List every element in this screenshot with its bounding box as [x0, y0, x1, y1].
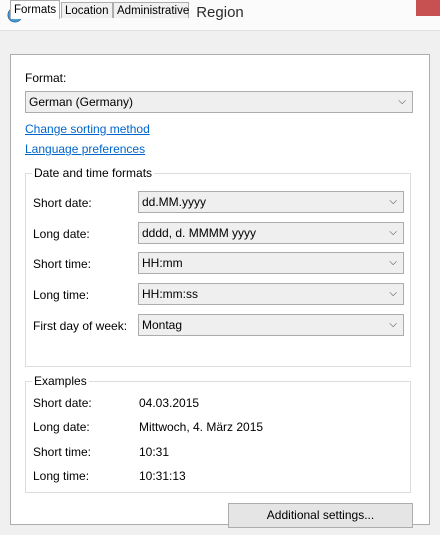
long-date-dropdown[interactable]: dddd, d. MMMM yyyy ⌵ — [138, 222, 404, 244]
long-time-label: Long time: — [33, 288, 90, 302]
tab-label: Administrative — [117, 5, 190, 17]
example-long-time-value: 10:31:13 — [139, 469, 186, 483]
examples-group: Examples Short date: 04.03.2015 Long dat… — [25, 374, 411, 493]
first-day-of-week-dropdown[interactable]: Montag ⌵ — [138, 314, 404, 336]
format-dropdown[interactable]: German (Germany) ⌵ — [25, 91, 413, 113]
example-short-time-label: Short time: — [33, 445, 92, 459]
format-label: Format: — [25, 71, 67, 85]
long-time-value: HH:mm:ss — [142, 287, 198, 301]
short-time-dropdown[interactable]: HH:mm ⌵ — [138, 252, 404, 274]
chevron-down-icon: ⌵ — [389, 319, 397, 330]
tab-label: Location — [65, 5, 109, 17]
chevron-down-icon: ⌵ — [389, 227, 397, 238]
example-long-date-value: Mittwoch, 4. März 2015 — [139, 420, 264, 434]
tab-location[interactable]: Location — [61, 2, 113, 18]
chevron-down-icon: ⌵ — [398, 96, 406, 107]
first-day-of-week-label: First day of week: — [33, 319, 128, 333]
short-date-dropdown[interactable]: dd.MM.yyyy ⌵ — [138, 191, 404, 213]
example-short-date-value: 04.03.2015 — [139, 396, 200, 410]
close-button[interactable] — [416, 0, 440, 16]
first-day-of-week-value: Montag — [142, 318, 183, 332]
example-short-time-value: 10:31 — [139, 445, 170, 459]
tab-administrative[interactable]: Administrative — [113, 2, 189, 18]
short-date-value: dd.MM.yyyy — [142, 195, 207, 209]
language-preferences-link[interactable]: Language preferences — [25, 142, 145, 156]
additional-settings-button[interactable]: Additional settings... — [228, 503, 413, 528]
change-sorting-link[interactable]: Change sorting method — [25, 122, 150, 136]
format-value: German (Germany) — [29, 95, 134, 109]
example-long-date-label: Long date: — [33, 420, 90, 434]
chevron-down-icon: ⌵ — [389, 288, 397, 299]
long-date-value: dddd, d. MMMM yyyy — [142, 226, 257, 240]
chevron-down-icon: ⌵ — [389, 196, 397, 207]
short-date-label: Short date: — [33, 196, 92, 210]
short-time-value: HH:mm — [142, 256, 183, 270]
long-date-label: Long date: — [33, 227, 90, 241]
example-long-time-label: Long time: — [33, 469, 90, 483]
chevron-down-icon: ⌵ — [389, 257, 397, 268]
datetime-formats-group: Date and time formats Short date: dd.MM.… — [25, 166, 411, 367]
formats-panel: Format: German (Germany) ⌵ Change sortin… — [10, 54, 430, 528]
group-title: Examples — [32, 374, 89, 388]
short-time-label: Short time: — [33, 257, 92, 271]
tab-label: Formats — [14, 4, 57, 16]
tab-formats[interactable]: Formats — [10, 0, 60, 19]
group-title: Date and time formats — [32, 166, 155, 180]
example-short-date-label: Short date: — [33, 396, 92, 410]
long-time-dropdown[interactable]: HH:mm:ss ⌵ — [138, 283, 404, 305]
